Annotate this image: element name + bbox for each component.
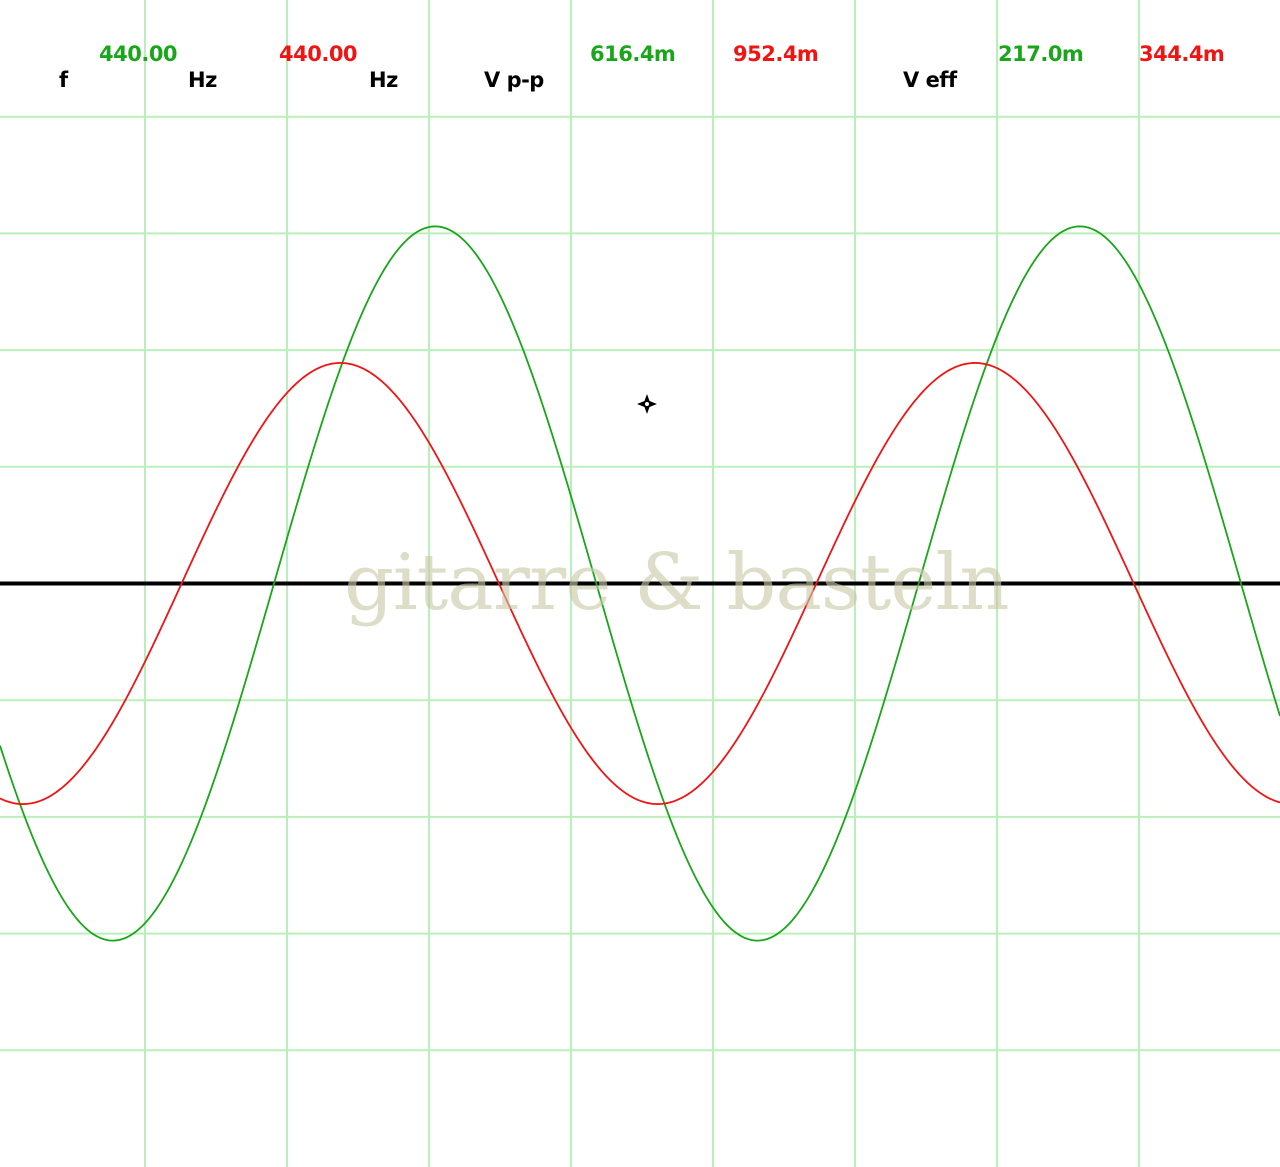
vpp-ch1-value: 616.4m — [590, 42, 676, 66]
frequency-label: f — [59, 68, 68, 92]
veff-label: V eff — [903, 68, 957, 92]
vpp-ch2-value: 952.4m — [733, 42, 819, 66]
veff-ch2-value: 344.4m — [1139, 42, 1225, 66]
vpp-label: V p-p — [484, 68, 544, 92]
oscilloscope-display — [0, 0, 1280, 1167]
crosshair-cursor-icon — [637, 394, 657, 414]
frequency-ch1-unit: Hz — [188, 68, 217, 92]
frequency-ch2-unit: Hz — [369, 68, 398, 92]
frequency-ch1-value: 440.00 — [99, 42, 178, 66]
frequency-ch2-value: 440.00 — [279, 42, 358, 66]
veff-ch1-value: 217.0m — [998, 42, 1084, 66]
